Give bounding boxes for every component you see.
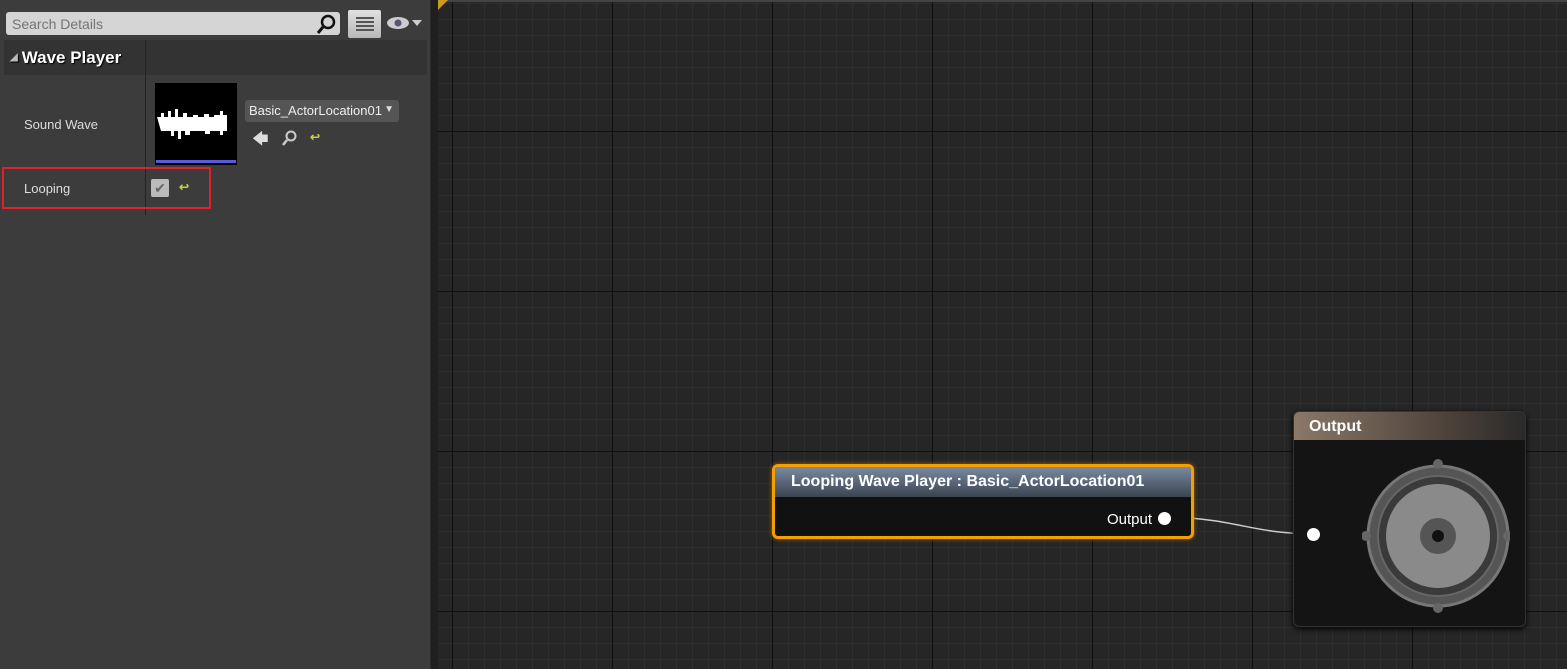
node-title: Looping Wave Player : Basic_ActorLocatio… (775, 467, 1191, 497)
reset-to-default-icon[interactable]: ↩ (310, 130, 320, 144)
highlight-box (2, 167, 211, 209)
category-wave-player[interactable]: ◢ Wave Player (4, 40, 427, 75)
output-node[interactable]: Output (1293, 411, 1526, 627)
list-icon (355, 17, 374, 31)
collapse-triangle-icon[interactable]: ◢ (10, 52, 18, 63)
details-panel: ◢Wave Player Sound Wave Basic_ActorLocat… (0, 0, 430, 669)
pin-icon[interactable] (1158, 512, 1171, 525)
use-selected-arrow-icon[interactable]: 🡄 (252, 128, 269, 155)
sound-wave-label: Sound Wave (24, 117, 98, 132)
category-title: Wave Player (21, 47, 122, 67)
search-icon[interactable] (316, 13, 338, 35)
search-details-input[interactable] (6, 12, 340, 35)
speaker-icon (1362, 459, 1510, 613)
looping-wave-player-node[interactable]: Looping Wave Player : Basic_ActorLocatio… (772, 464, 1194, 539)
output-pin[interactable]: Output (1107, 511, 1171, 528)
waveform-icon (157, 109, 227, 139)
input-pin[interactable] (1307, 528, 1320, 541)
panel-splitter[interactable] (430, 0, 438, 669)
asset-name: Basic_ActorLocation01 (249, 103, 382, 118)
browse-search-icon[interactable] (282, 130, 298, 146)
sound-wave-thumbnail[interactable] (155, 83, 237, 165)
corner-marker (438, 0, 448, 10)
output-pin-label: Output (1106, 511, 1152, 528)
visibility-eye-icon[interactable] (386, 14, 424, 32)
sound-wave-asset-dropdown[interactable]: Basic_ActorLocation01 ▼ (245, 100, 399, 122)
chevron-down-icon: ▼ (384, 104, 394, 115)
node-title: Output (1294, 412, 1525, 440)
view-options-button[interactable] (348, 10, 381, 38)
